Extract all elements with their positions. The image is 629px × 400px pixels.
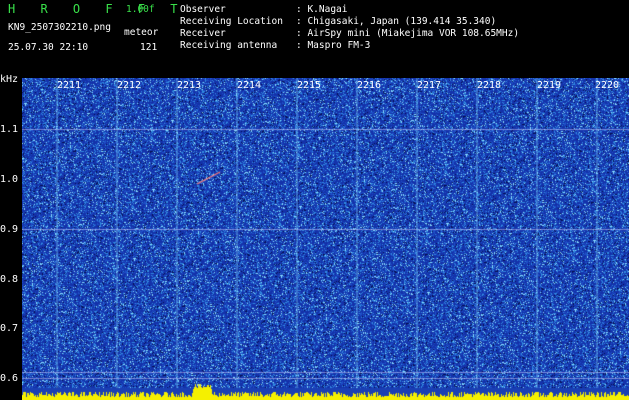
x-tick-label: 2217 (417, 80, 442, 91)
info-value-antenna: : Maspro FM-3 (296, 40, 371, 51)
x-tick-label: 2214 (237, 80, 262, 91)
y-tick-label: 1.1 (0, 124, 19, 135)
count-label: 121 (140, 42, 158, 53)
y-tick-label: 0.8 (0, 274, 19, 285)
x-tick-label: 2212 (117, 80, 142, 91)
x-tick-label: 2218 (477, 80, 502, 91)
mode-label: meteor (124, 27, 159, 38)
info-label-antenna: Receiving antenna (180, 40, 278, 51)
x-tick-label: 2219 (537, 80, 562, 91)
filename-label: KN9_2507302210.png (8, 22, 111, 33)
x-tick-label: 2216 (357, 80, 382, 91)
info-label-receiver: Receiver (180, 28, 226, 39)
info-label-observer: Observer (180, 4, 226, 15)
x-tick-label: 2215 (297, 80, 322, 91)
app-title: H R O F F T (8, 2, 187, 16)
info-label-location: Receiving Location (180, 16, 283, 27)
datetime-label: 25.07.30 22:10 (8, 42, 89, 53)
x-tick-label: 2220 (595, 80, 620, 91)
y-tick-label: 0.9 (0, 224, 19, 235)
spectrogram-waterfall (22, 78, 629, 400)
y-tick-label: 0.7 (0, 323, 19, 334)
y-tick-label: 1.0 (0, 174, 19, 185)
y-unit-label: kHz (0, 74, 19, 85)
info-value-receiver: : AirSpy mini (Miakejima VOR 108.65MHz) (296, 28, 520, 39)
info-value-location: : Chigasaki, Japan (139.414 35.340) (296, 16, 497, 27)
version-label: 1.00f (126, 4, 155, 15)
x-tick-label: 2211 (57, 80, 82, 91)
x-tick-label: 2213 (177, 80, 202, 91)
y-tick-label: 0.6 (0, 373, 19, 384)
info-value-observer: : K.Nagai (296, 4, 348, 15)
